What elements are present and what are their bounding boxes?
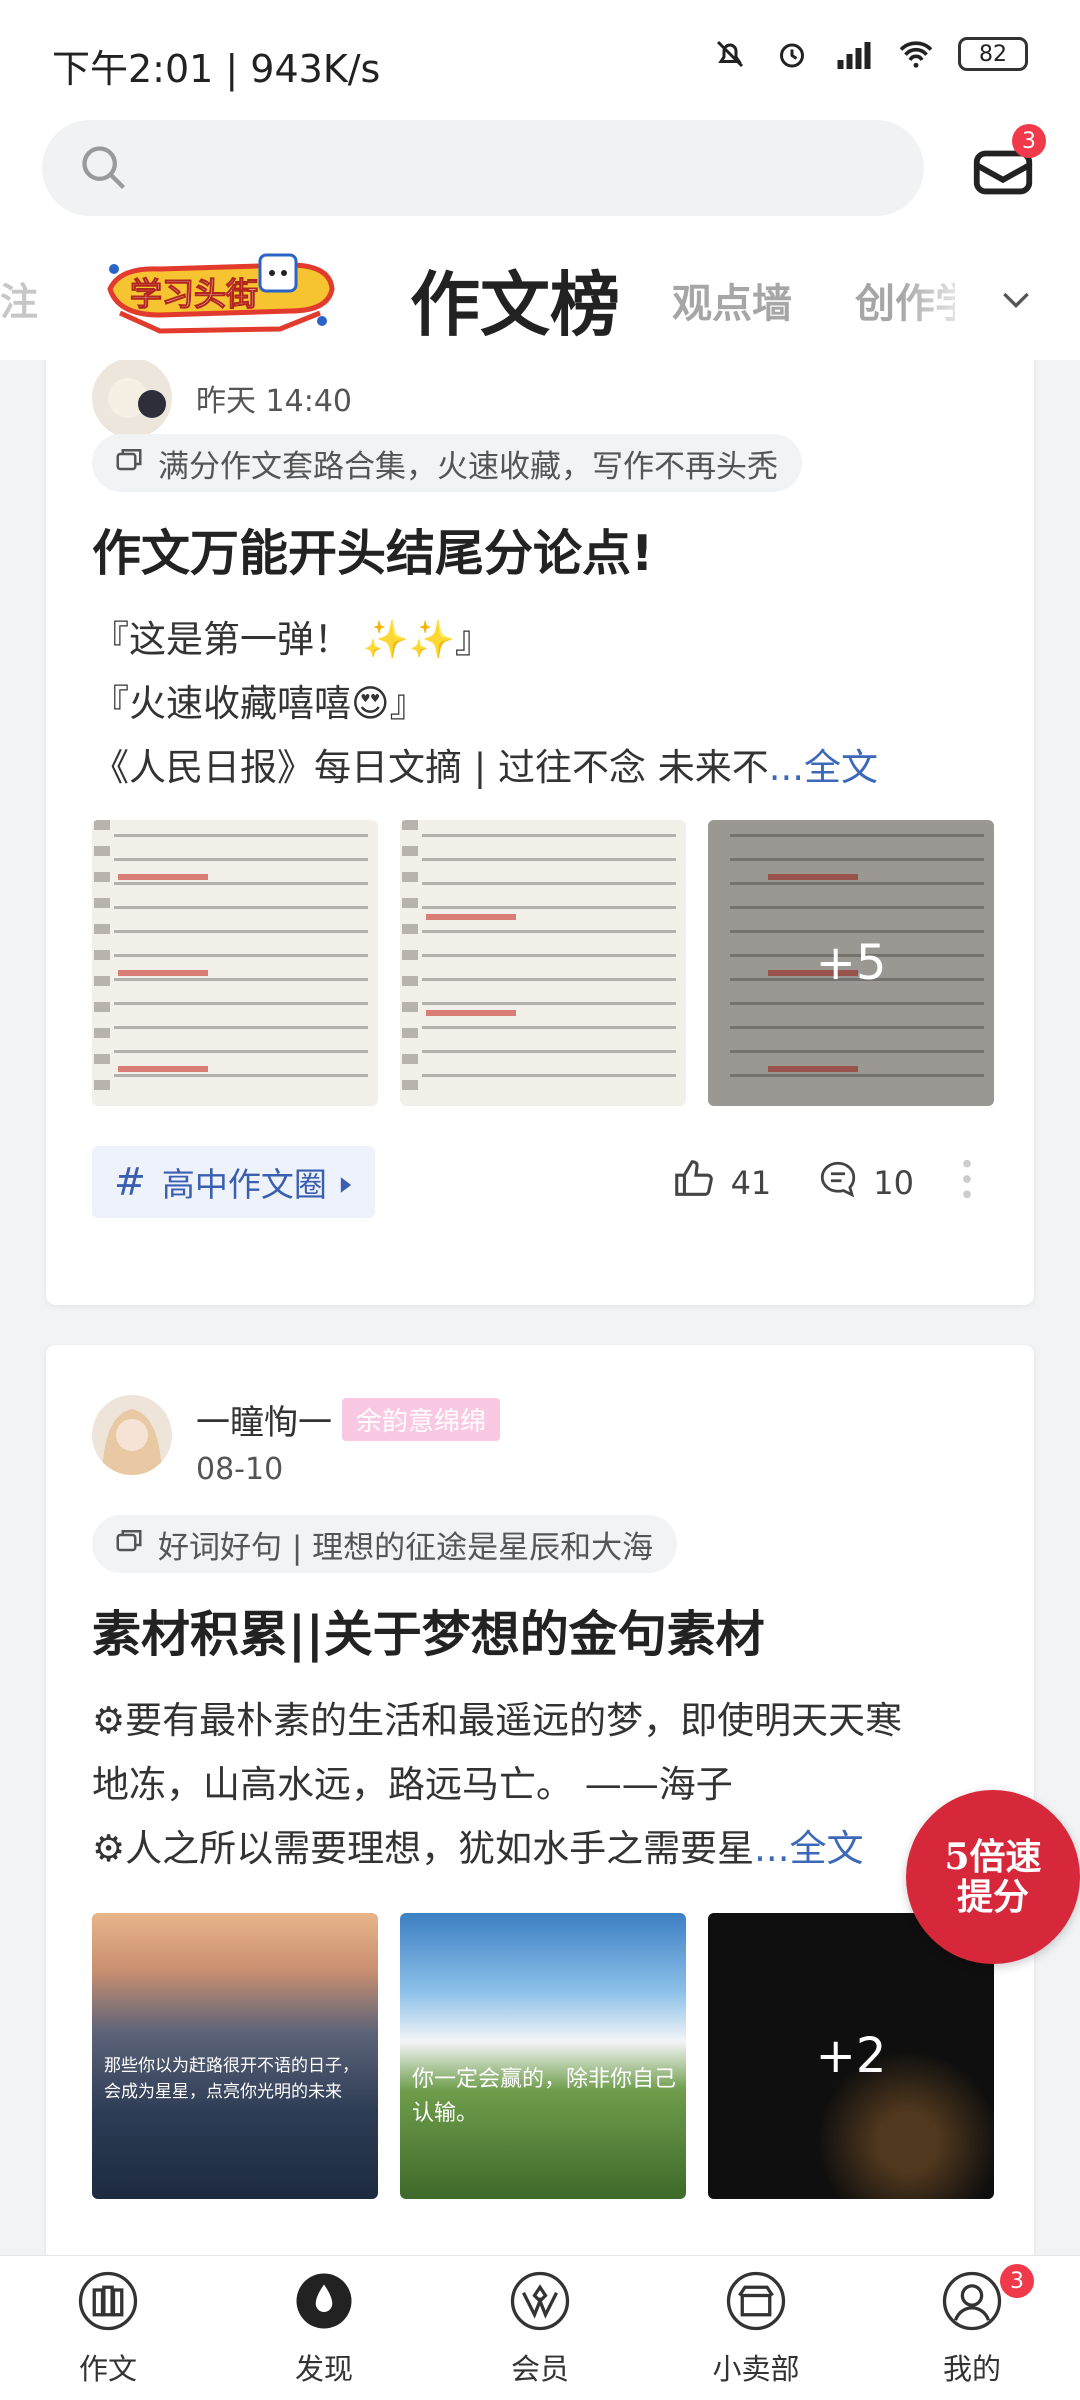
image-thumbnail[interactable] bbox=[400, 820, 686, 1106]
promo-float-button[interactable]: 5倍速 提分 bbox=[906, 1790, 1080, 1964]
hashtag-icon: # bbox=[114, 1160, 146, 1204]
collection-icon bbox=[114, 444, 144, 482]
topic-chip[interactable]: 满分作文套路合集，火速收藏，写作不再头秃 bbox=[92, 434, 802, 492]
tab-guandianqiang[interactable]: 观点墙 bbox=[672, 271, 792, 329]
excerpt-line: 『这是第一弹！ ✨✨』 bbox=[92, 618, 492, 661]
post-time: 昨天 14:40 bbox=[196, 384, 352, 419]
nav-label: 我的 bbox=[942, 2352, 1001, 2386]
message-button[interactable]: 3 bbox=[968, 124, 1046, 206]
topic-text: 好词好句 | 理想的征途是星辰和大海 bbox=[158, 1529, 654, 1566]
nav-label: 发现 bbox=[294, 2352, 353, 2386]
image-thumbnail[interactable]: 你一定会赢的，除非你自己认输。 bbox=[400, 1913, 686, 2199]
member-icon bbox=[507, 2268, 573, 2338]
wifi-icon bbox=[896, 34, 936, 74]
shop-icon bbox=[723, 2268, 789, 2338]
status-bar: 下午2:01 | 943K/s 82 bbox=[0, 0, 1080, 120]
more-options-icon[interactable] bbox=[960, 1156, 974, 1210]
like-count: 41 bbox=[730, 1164, 772, 1202]
promo-line1: 5倍速 bbox=[944, 1836, 1042, 1878]
excerpt-line: ⚙人之所以需要理想，犹如水手之需要星 bbox=[92, 1827, 755, 1870]
topic-text: 满分作文套路合集，火速收藏，写作不再头秃 bbox=[158, 448, 778, 485]
profile-badge: 3 bbox=[1000, 2264, 1034, 2298]
image-grid: 那些你以为赶路很开不语的日子，会成为星星，点亮你光明的未来 你一定会赢的，除非你… bbox=[92, 1913, 994, 2199]
nav-label: 小卖部 bbox=[712, 2352, 800, 2386]
author-name[interactable]: 一瞳恂一 bbox=[196, 1395, 332, 1444]
mail-icon bbox=[968, 150, 1038, 210]
search-bar[interactable] bbox=[42, 120, 924, 216]
like-button[interactable]: 41 bbox=[671, 1156, 772, 1210]
excerpt-line: 《人民日报》每日文摘 | 过往不念 未来不 bbox=[92, 746, 769, 789]
image-caption: 那些你以为赶路很开不语的日子，会成为星星，点亮你光明的未来 bbox=[104, 2056, 359, 2102]
image-thumbnail[interactable]: +2 bbox=[708, 1913, 994, 2199]
nav-item-discover[interactable]: 发现 bbox=[216, 2256, 432, 2400]
more-images-count: +2 bbox=[708, 1913, 994, 2199]
excerpt-line: 地冻，山高水远，路远马亡。 ——海子 bbox=[92, 1763, 733, 1806]
post-card[interactable]: 一瞳恂一 余韵意绵绵 08-10 好词好句 | 理想的征途是星辰和大海 素材积累… bbox=[46, 1345, 1034, 2255]
message-badge: 3 bbox=[1012, 124, 1046, 158]
more-images-count: +5 bbox=[708, 820, 994, 1106]
post-date: 08-10 bbox=[196, 1452, 284, 1487]
topic-chip[interactable]: 好词好句 | 理想的征途是星辰和大海 bbox=[92, 1515, 678, 1573]
category-tabs: 注 学习头街 作文榜 观点墙 创作学 bbox=[0, 245, 1080, 360]
read-more-link[interactable]: ...全文 bbox=[769, 746, 878, 789]
post-title[interactable]: 作文万能开头结尾分论点! bbox=[92, 514, 653, 585]
read-more-link[interactable]: ...全文 bbox=[754, 1827, 863, 1870]
image-grid: +5 bbox=[92, 820, 994, 1106]
nav-item-essay[interactable]: 作文 bbox=[0, 2256, 216, 2400]
comment-button[interactable]: 10 bbox=[817, 1158, 914, 1208]
excerpt-line: ⚙要有最朴素的生活和最遥远的梦，即使明天天寒 bbox=[92, 1699, 903, 1742]
triangle-right-icon bbox=[339, 1163, 353, 1202]
chevron-down-icon[interactable] bbox=[996, 279, 1036, 323]
image-thumbnail[interactable]: 那些你以为赶路很开不语的日子，会成为星星，点亮你光明的未来 bbox=[92, 1913, 378, 2199]
top-header: 3 注 学习头街 作文榜 观点墙 创作学 bbox=[0, 120, 1080, 360]
post-excerpt[interactable]: ⚙要有最朴素的生活和最遥远的梦，即使明天天寒 地冻，山高水远，路远马亡。 ——海… bbox=[92, 1689, 992, 1881]
nav-label: 作文 bbox=[78, 2352, 137, 2386]
comment-count: 10 bbox=[873, 1164, 914, 1202]
image-caption: 你一定会赢的，除非你自己认输。 bbox=[412, 2067, 677, 2126]
excerpt-line: 『火速收藏嘻嘻😍』 bbox=[92, 682, 427, 725]
bottom-navigation: 作文 发现 会员 小卖部 我的 3 bbox=[0, 2255, 1080, 2400]
circle-tag[interactable]: # 高中作文圈 bbox=[92, 1146, 375, 1218]
author-title-tag: 余韵意绵绵 bbox=[342, 1398, 501, 1441]
nav-item-member[interactable]: 会员 bbox=[432, 2256, 648, 2400]
discover-icon bbox=[291, 2268, 357, 2338]
post-title[interactable]: 素材积累||关于梦想的金句素材 bbox=[92, 1595, 765, 1666]
tab-partial-left[interactable]: 注 bbox=[0, 271, 38, 326]
thumbs-up-icon bbox=[671, 1156, 717, 1210]
post-excerpt[interactable]: 『这是第一弹！ ✨✨』 『火速收藏嘻嘻😍』 《人民日报》每日文摘 | 过往不念 … bbox=[92, 608, 992, 800]
nav-item-profile[interactable]: 我的 3 bbox=[864, 2256, 1080, 2400]
image-thumbnail[interactable] bbox=[92, 820, 378, 1106]
avatar[interactable] bbox=[92, 1395, 172, 1475]
mute-bell-icon bbox=[710, 34, 750, 74]
status-time: 下午2:01 | 943K/s bbox=[52, 47, 381, 91]
tab-zuowenbang[interactable]: 作文榜 bbox=[410, 249, 620, 350]
signal-icon bbox=[834, 34, 874, 74]
post-card[interactable]: 昨天 14:40 满分作文套路合集，火速收藏，写作不再头秃 作文万能开头结尾分论… bbox=[46, 360, 1034, 1305]
battery-indicator: 82 bbox=[958, 37, 1028, 71]
nav-item-shop[interactable]: 小卖部 bbox=[648, 2256, 864, 2400]
tab-xuexitoujie-logo[interactable]: 学习头街 bbox=[100, 249, 340, 339]
alarm-icon bbox=[772, 34, 812, 74]
promo-line2: 提分 bbox=[956, 1876, 1029, 1918]
feed-list[interactable]: 昨天 14:40 满分作文套路合集，火速收藏，写作不再头秃 作文万能开头结尾分论… bbox=[0, 360, 1080, 2255]
search-icon bbox=[78, 142, 130, 198]
essay-icon bbox=[75, 2268, 141, 2338]
logo-text: 学习头街 bbox=[129, 275, 259, 314]
profile-icon bbox=[939, 2268, 1005, 2338]
comment-icon bbox=[817, 1158, 859, 1208]
post-author: 一瞳恂一 余韵意绵绵 08-10 bbox=[92, 1395, 501, 1487]
image-thumbnail[interactable]: +5 bbox=[708, 820, 994, 1106]
avatar[interactable] bbox=[92, 360, 172, 438]
circle-name: 高中作文圈 bbox=[161, 1165, 327, 1204]
nav-label: 会员 bbox=[510, 2352, 569, 2386]
collection-icon bbox=[114, 1525, 144, 1563]
